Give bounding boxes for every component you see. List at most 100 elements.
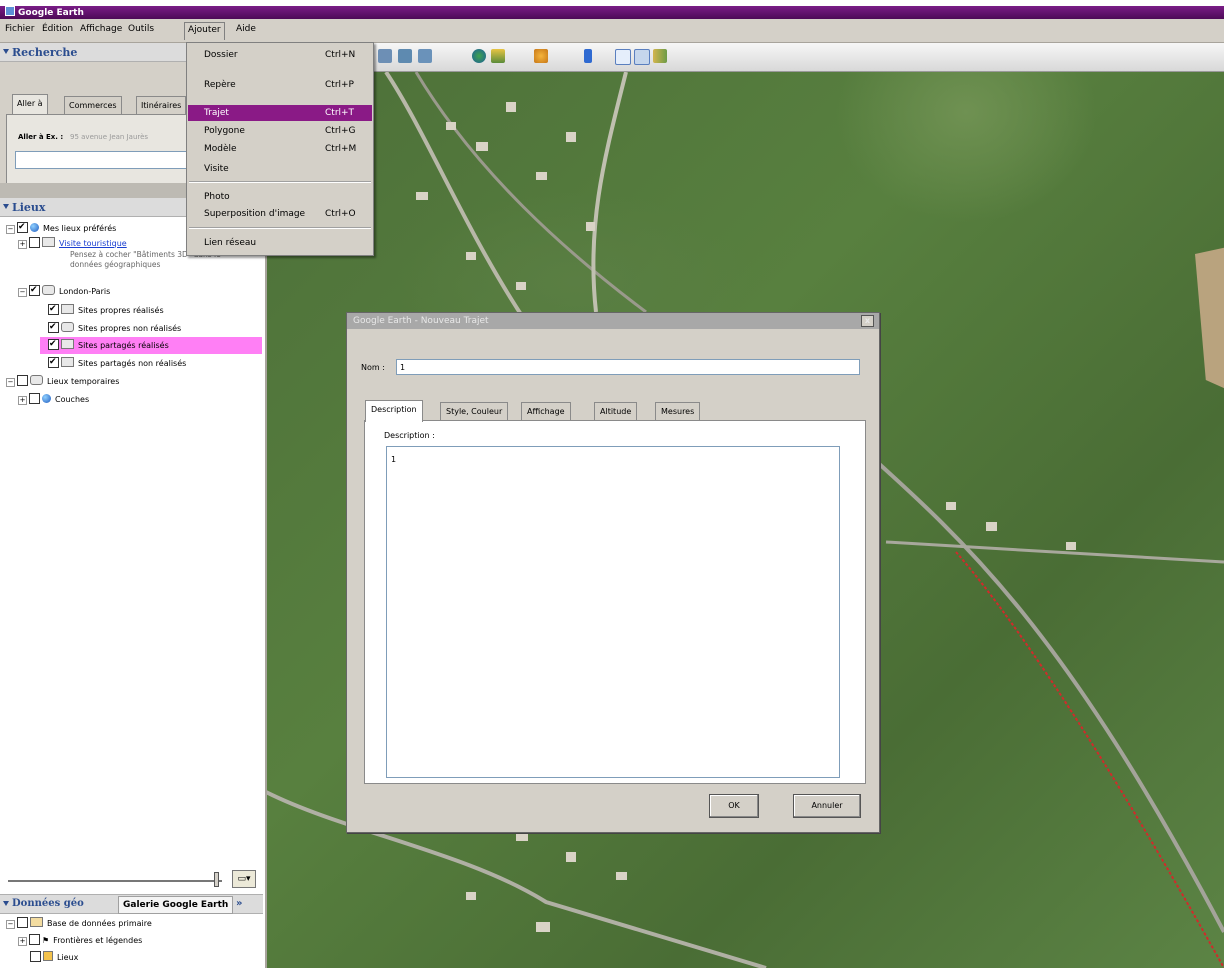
layer-item-primary-db[interactable]: − Base de données primaire (6, 917, 152, 931)
path-icon[interactable] (418, 49, 432, 63)
checkbox[interactable] (48, 337, 59, 351)
historical-imagery-icon[interactable] (472, 49, 486, 63)
dialog-title: Google Earth - Nouveau Trajet (353, 316, 489, 326)
placemark-icon[interactable] (378, 49, 392, 63)
tab-commerces[interactable]: Commerces (64, 96, 122, 115)
tab-aller-a[interactable]: Aller à (12, 94, 48, 115)
expand-icon[interactable]: + (18, 937, 27, 946)
menu-item-lien-reseau[interactable]: Lien réseau (188, 235, 372, 251)
tree-label: Sites propres non réalisés (78, 324, 182, 333)
collapse-arrow-icon[interactable] (3, 49, 9, 54)
menu-outils[interactable]: Outils (128, 24, 154, 34)
database-icon (30, 917, 43, 927)
toolbar (266, 43, 1224, 72)
collapse-icon[interactable]: − (18, 288, 27, 297)
menu-item-label: Photo (204, 192, 230, 202)
menu-item-photo[interactable]: Photo (188, 189, 372, 205)
search-panel-title: Recherche (12, 46, 78, 59)
menu-item-modele[interactable]: Modèle Ctrl+M (188, 141, 372, 157)
ok-button[interactable]: OK (709, 794, 759, 818)
collapse-icon[interactable]: − (6, 225, 15, 234)
checkbox[interactable] (17, 375, 28, 386)
tab-altitude[interactable]: Altitude (594, 402, 638, 421)
sun-icon[interactable] (491, 49, 505, 63)
folder-open-icon (61, 322, 74, 332)
menu-item-label: Trajet (204, 108, 229, 118)
goto-example: 95 avenue Jean Jaurès (70, 133, 149, 141)
tree-label: Frontières et légendes (53, 936, 143, 945)
tree-label: London-Paris (59, 287, 111, 296)
view-options-button[interactable]: ▭▾ (232, 870, 256, 888)
checkbox[interactable] (48, 355, 59, 369)
checkbox[interactable] (17, 917, 28, 928)
view-in-maps-icon[interactable] (653, 49, 667, 63)
checkbox[interactable] (30, 951, 41, 962)
collapse-icon[interactable]: − (6, 378, 15, 387)
close-icon[interactable]: x (861, 315, 874, 327)
menu-item-label: Superposition d'image (204, 209, 306, 219)
tab-galerie[interactable]: Galerie Google Earth (118, 896, 234, 914)
checkbox[interactable] (17, 220, 28, 234)
layer-item-places[interactable]: Lieux (30, 951, 78, 965)
menu-item-dossier[interactable]: Dossier Ctrl+N (188, 47, 372, 63)
collapse-arrow-icon[interactable] (3, 901, 9, 906)
places-layer-icon (43, 951, 53, 961)
tree-item-my-places[interactable]: − Mes lieux préférés (6, 220, 116, 236)
tree-item-sites-1[interactable]: Sites propres réalisés (48, 302, 164, 318)
cancel-button[interactable]: Annuler (793, 794, 861, 818)
checkbox[interactable] (29, 934, 40, 945)
menu-item-trajet[interactable]: Trajet Ctrl+T (188, 105, 372, 121)
opacity-slider-thumb[interactable] (214, 872, 219, 887)
collapse-arrow-icon[interactable] (3, 204, 9, 209)
menu-ajouter[interactable]: Ajouter (184, 22, 225, 40)
tree-item-london-paris[interactable]: − London-Paris (18, 283, 111, 299)
polygon-icon[interactable] (398, 49, 412, 63)
dialog-title-bar[interactable]: Google Earth - Nouveau Trajet x (347, 313, 879, 329)
planets-icon[interactable] (534, 49, 548, 63)
more-tabs-button[interactable]: » (236, 898, 242, 909)
layer-item-borders[interactable]: + ⚑ Frontières et légendes (18, 934, 142, 948)
opacity-slider-track[interactable] (8, 880, 222, 882)
expand-icon[interactable]: + (18, 396, 27, 405)
checkbox[interactable] (48, 302, 59, 316)
checkbox[interactable] (29, 237, 40, 248)
collapse-icon[interactable]: − (6, 920, 15, 929)
print-icon[interactable] (634, 49, 650, 65)
tree-label: Sites partagés réalisés (78, 341, 169, 350)
name-field[interactable]: 1 (396, 359, 860, 375)
description-textarea[interactable]: 1 (386, 446, 840, 778)
checkbox[interactable] (29, 283, 40, 297)
tab-style-couleur[interactable]: Style, Couleur (440, 402, 509, 421)
tree-item-sites-4[interactable]: Sites partagés non réalisés (48, 355, 186, 371)
menu-item-visite[interactable]: Visite (188, 161, 372, 177)
menu-item-superposition[interactable]: Superposition d'image Ctrl+O (188, 206, 372, 222)
menu-item-shortcut: Ctrl+M (325, 144, 357, 154)
menu-aide[interactable]: Aide (236, 24, 256, 34)
tree-item-temp[interactable]: − Lieux temporaires (6, 375, 119, 389)
tree-link[interactable]: Visite touristique (59, 239, 127, 248)
checkbox[interactable] (29, 393, 40, 404)
tab-donnees-geo[interactable]: Données géo (12, 898, 84, 909)
folder-icon (61, 304, 74, 314)
tab-itineraires[interactable]: Itinéraires (136, 96, 187, 115)
menu-item-polygone[interactable]: Polygone Ctrl+G (188, 123, 372, 139)
tree-item-sites-2[interactable]: Sites propres non réalisés (48, 320, 182, 336)
menu-item-shortcut: Ctrl+G (325, 126, 356, 136)
menu-item-repere[interactable]: Repère Ctrl+P (188, 77, 372, 93)
menu-affichage[interactable]: Affichage (80, 24, 122, 34)
description-text: 1 (391, 455, 397, 464)
search-input[interactable] (15, 151, 189, 169)
menu-fichier[interactable]: Fichier (5, 24, 34, 34)
expand-icon[interactable]: + (18, 240, 27, 249)
tab-affichage[interactable]: Affichage (521, 402, 571, 421)
path-line (955, 551, 1224, 968)
tree-item-layers[interactable]: + Couches (18, 393, 89, 407)
tree-item-sites-3[interactable]: Sites partagés réalisés (48, 337, 169, 353)
menu-edition[interactable]: Édition (42, 24, 73, 34)
tab-mesures[interactable]: Mesures (655, 402, 701, 421)
menu-item-label: Lien réseau (204, 238, 257, 248)
checkbox[interactable] (48, 320, 59, 334)
email-icon[interactable] (615, 49, 631, 65)
tab-description[interactable]: Description (365, 400, 423, 422)
ruler-icon[interactable] (584, 49, 592, 63)
